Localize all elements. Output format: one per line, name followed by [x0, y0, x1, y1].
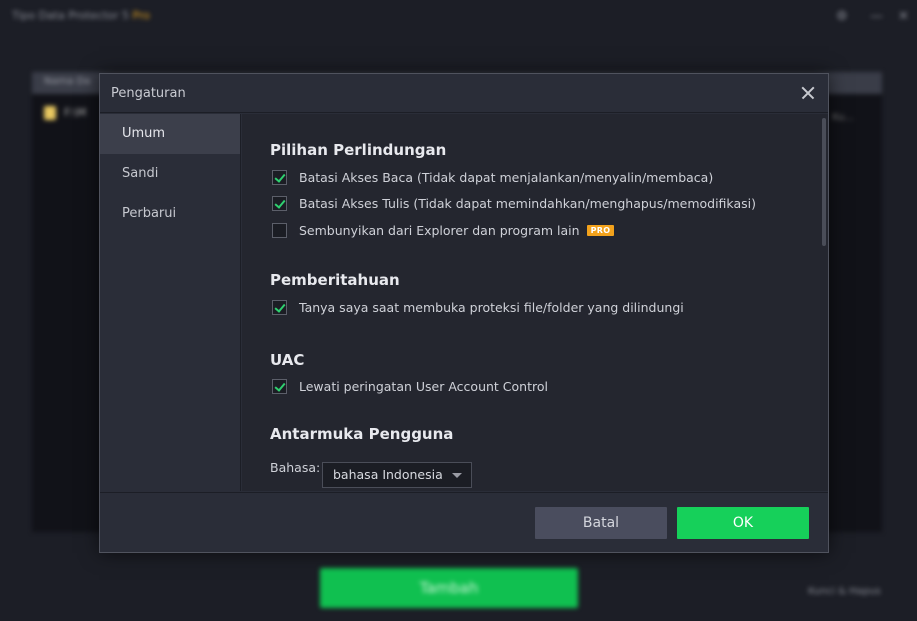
section-title-protection: Pilihan Perlindungan [270, 141, 447, 159]
settings-sidebar: Umum Sandi Perbarui [100, 114, 241, 491]
ok-button[interactable]: OK [677, 507, 809, 539]
option-label: Batasi Akses Tulis (Tidak dapat memindah… [299, 195, 756, 211]
sidebar-item-update[interactable]: Perbarui [100, 194, 240, 234]
option-label: Sembunyikan dari Explorer dan program la… [299, 222, 580, 238]
settings-content: Pilihan Perlindungan Batasi Akses Baca (… [242, 114, 828, 491]
option-ask-on-open[interactable]: Tanya saya saat membuka proteksi file/fo… [272, 299, 684, 315]
section-title-uac: UAC [270, 351, 305, 369]
checkbox-restrict-read[interactable] [272, 169, 287, 185]
language-value: bahasa Indonesia [333, 467, 443, 482]
app-title: Tipo Data Protector 5 Pro [12, 9, 150, 22]
option-skip-uac[interactable]: Lewati peringatan User Account Control [272, 378, 548, 394]
pro-badge: PRO [586, 224, 615, 236]
checkbox-hide-explorer[interactable] [272, 222, 287, 238]
sidebar-item-general[interactable]: Umum [100, 114, 240, 154]
section-title-ui: Antarmuka Pengguna [270, 425, 454, 443]
checkbox-skip-uac[interactable] [272, 378, 287, 394]
sidebar-item-password[interactable]: Sandi [100, 154, 240, 194]
cancel-button[interactable]: Batal [535, 507, 667, 539]
option-label: Tanya saya saat membuka proteksi file/fo… [299, 299, 684, 315]
add-button[interactable]: Tambah [320, 568, 578, 608]
option-label: Lewati peringatan User Account Control [299, 378, 548, 394]
file-list-row[interactable]: F:\M [44, 106, 86, 120]
option-restrict-read[interactable]: Batasi Akses Baca (Tidak dapat menjalank… [272, 169, 713, 185]
settings-icon[interactable]: ⚙ [836, 9, 848, 24]
checkbox-restrict-write[interactable] [272, 195, 287, 211]
folder-icon [44, 106, 56, 120]
option-hide-explorer[interactable]: Sembunyikan dari Explorer dan program la… [272, 222, 615, 238]
section-title-notification: Pemberitahuan [270, 271, 400, 289]
dialog-footer: Batal OK [100, 492, 828, 552]
scrollbar-thumb[interactable] [822, 118, 826, 246]
option-label: Batasi Akses Baca (Tidak dapat menjalank… [299, 169, 714, 185]
content-scrollbar[interactable] [820, 114, 828, 491]
close-icon[interactable] [797, 82, 819, 104]
dropdown-arrow-icon [452, 473, 462, 478]
language-select[interactable]: bahasa Indonesia [322, 462, 472, 488]
language-label: Bahasa: [270, 460, 321, 475]
checkbox-ask-on-open[interactable] [272, 299, 287, 315]
minimize-icon[interactable]: — [870, 9, 883, 24]
dialog-title: Pengaturan [111, 86, 186, 101]
option-restrict-write[interactable]: Batasi Akses Tulis (Tidak dapat memindah… [272, 195, 756, 211]
window-close-icon[interactable]: ✕ [898, 9, 909, 24]
row-action-dropdown[interactable]: Ku... [832, 112, 854, 123]
settings-dialog: Pengaturan Umum Sandi Perbarui Pilihan P… [99, 73, 829, 553]
lock-delete-link[interactable]: Kunci & Hapus [808, 586, 881, 597]
dialog-header: Pengaturan [100, 74, 828, 113]
